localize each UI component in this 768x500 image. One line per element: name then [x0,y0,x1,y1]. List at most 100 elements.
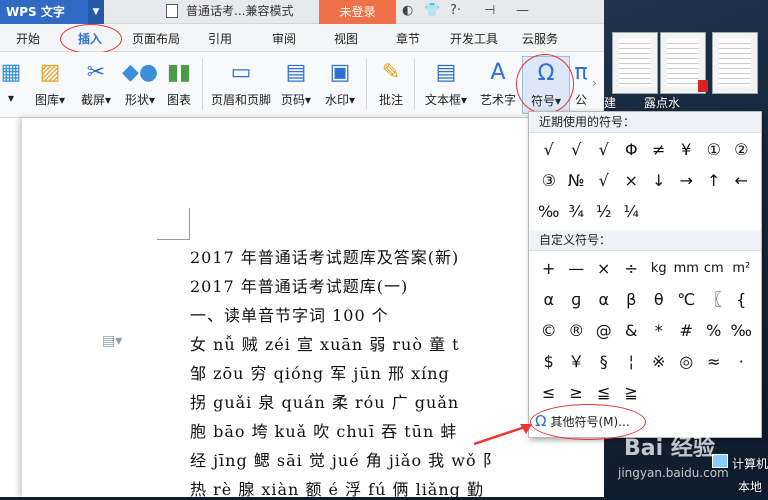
shapes-icon: ◆● [121,60,159,85]
desktop-file-icon[interactable] [712,32,758,94]
symbol-cell[interactable]: 〖 [700,284,728,315]
tab-home[interactable]: 开始 [16,30,40,47]
symbol-cell[interactable]: ℃ [673,284,701,315]
symbol-cell[interactable]: $ [535,346,563,377]
symbol-cell[interactable]: kg [645,253,673,284]
minimize-icon[interactable]: — [516,3,529,18]
symbol-cell[interactable]: ɡ [563,284,591,315]
chevron-down-icon[interactable]: ▼ [88,0,104,24]
symbol-cell[interactable]: θ [645,284,673,315]
symbol-cell[interactable]: α [535,284,563,315]
tab-developer[interactable]: 开发工具 [450,30,498,47]
symbol-cell[interactable]: ‰ [535,196,563,227]
symbol-cell[interactable]: ≈ [700,346,728,377]
desktop-file-icon[interactable] [612,32,658,94]
symbol-cell[interactable]: α [590,284,618,315]
tab-page-layout[interactable]: 页面布局 [132,30,180,47]
page-number-button[interactable]: ▤ 页码▾ [278,56,314,114]
comment-button[interactable]: ✎ 批注 [374,56,408,114]
symbol-cell[interactable]: # [673,315,701,346]
symbol-cell[interactable]: ← [728,165,756,196]
skin-icon[interactable]: ◐ [402,3,413,18]
symbol-cell[interactable]: ¦ [618,346,646,377]
chart-button[interactable]: ▮▮ 图表 [162,56,196,114]
symbol-cell[interactable]: mm [673,253,701,284]
document-tab[interactable]: 普通话考...兼容模式 [166,0,306,24]
symbol-cell[interactable]: ‰ [728,315,756,346]
symbol-cell[interactable]: ≦ [590,377,618,408]
login-button[interactable]: 未登录 [319,0,396,24]
shirt-icon[interactable]: 👕 [424,3,440,18]
textbox-button[interactable]: ▤ 文本框▾ [422,56,470,114]
doc-line: 女 nǚ 贼 zéi 宣 xuān 弱 ruò 童 t [190,335,460,354]
wordart-button[interactable]: A 艺术字 [478,56,518,114]
symbol-cell[interactable]: cm [700,253,728,284]
pin-icon[interactable]: ⊣ [484,3,495,18]
doc-line: 热 rè 腺 xiàn 额 é 浮 fú 俩 liǎng 勤 [190,480,484,499]
symbol-cell[interactable]: ½ [590,196,618,227]
symbol-cell[interactable]: ≧ [618,377,646,408]
watermark-label: 水印 [324,93,349,107]
watermark-button[interactable]: ▣ 水印▾ [322,56,358,114]
shapes-button[interactable]: ◆● 形状▾ [120,56,160,114]
symbol-cell[interactable]: ③ [535,165,563,196]
symbol-cell[interactable]: × [590,253,618,284]
more-symbols-button[interactable]: Ω 其他符号(M)... [535,411,647,431]
symbol-cell[interactable]: § [590,346,618,377]
symbol-cell[interactable]: ◎ [673,346,701,377]
help-icon[interactable]: ?· [450,3,461,18]
symbol-cell[interactable]: √ [535,134,563,165]
symbol-cell[interactable]: m² [728,253,756,284]
symbol-cell[interactable]: √ [563,134,591,165]
tab-view[interactable]: 视图 [334,30,358,47]
symbol-cell[interactable]: ≠ [645,134,673,165]
wordart-icon: A [490,60,506,85]
symbol-cell[interactable]: · [728,346,756,377]
symbol-cell[interactable]: ① [700,134,728,165]
symbol-cell[interactable]: ÷ [618,253,646,284]
symbol-cell[interactable]: & [618,315,646,346]
symbol-cell[interactable]: √ [590,165,618,196]
gallery-button[interactable]: ▨ 图库▾ [30,56,70,114]
symbol-cell[interactable]: ↓ [645,165,673,196]
formula-button[interactable]: π公 [572,56,590,114]
tab-cloud[interactable]: 云服务 [522,30,558,47]
symbol-cell[interactable]: ® [563,315,591,346]
tab-insert[interactable]: 插入 [78,30,102,47]
page-number-icon: ▤ [285,60,307,85]
symbol-cell[interactable]: % [700,315,728,346]
tab-references[interactable]: 引用 [208,30,232,47]
symbol-cell[interactable]: + [535,253,563,284]
symbol-cell[interactable]: ≥ [563,377,591,408]
symbol-cell[interactable]: ② [728,134,756,165]
symbol-cell[interactable]: Φ [618,134,646,165]
symbol-cell[interactable]: * [645,315,673,346]
symbol-cell[interactable]: { [728,284,756,315]
symbol-cell[interactable]: β [618,284,646,315]
paragraph-icon[interactable]: ▤▾ [102,333,122,349]
document-tab-title: 普通话考...兼容模式 [186,4,294,18]
symbol-cell[interactable]: × [618,165,646,196]
symbol-cell[interactable]: ≤ [535,377,563,408]
header-footer-button[interactable]: ▭ 页眉和页脚 [208,56,274,114]
symbol-cell[interactable]: ↑ [700,165,728,196]
symbol-cell[interactable]: ¥ [673,134,701,165]
tab-review[interactable]: 审阅 [272,30,296,47]
symbol-cell[interactable]: ￥ [563,346,591,377]
symbol-cell[interactable]: → [673,165,701,196]
symbol-button[interactable]: Ω 符号▾ [522,56,570,114]
symbol-cell[interactable]: № [563,165,591,196]
symbol-cell[interactable]: ¼ [618,196,646,227]
symbol-cell[interactable]: — [563,253,591,284]
symbol-cell[interactable]: ※ [645,346,673,377]
symbol-cell[interactable]: © [535,315,563,346]
gallery-label: 图库 [34,93,59,107]
picture-button[interactable]: ▦ ▾ [0,56,22,114]
screenshot-button[interactable]: ✂ 截屏▾ [76,56,116,114]
symbol-cell[interactable]: √ [590,134,618,165]
symbol-cell[interactable]: @ [590,315,618,346]
symbol-cell[interactable]: ¾ [563,196,591,227]
scroll-right-icon[interactable]: › [592,76,597,90]
tab-chapter[interactable]: 章节 [396,30,420,47]
wps-menu-button[interactable]: WPS 文字 ▼ [0,0,104,24]
